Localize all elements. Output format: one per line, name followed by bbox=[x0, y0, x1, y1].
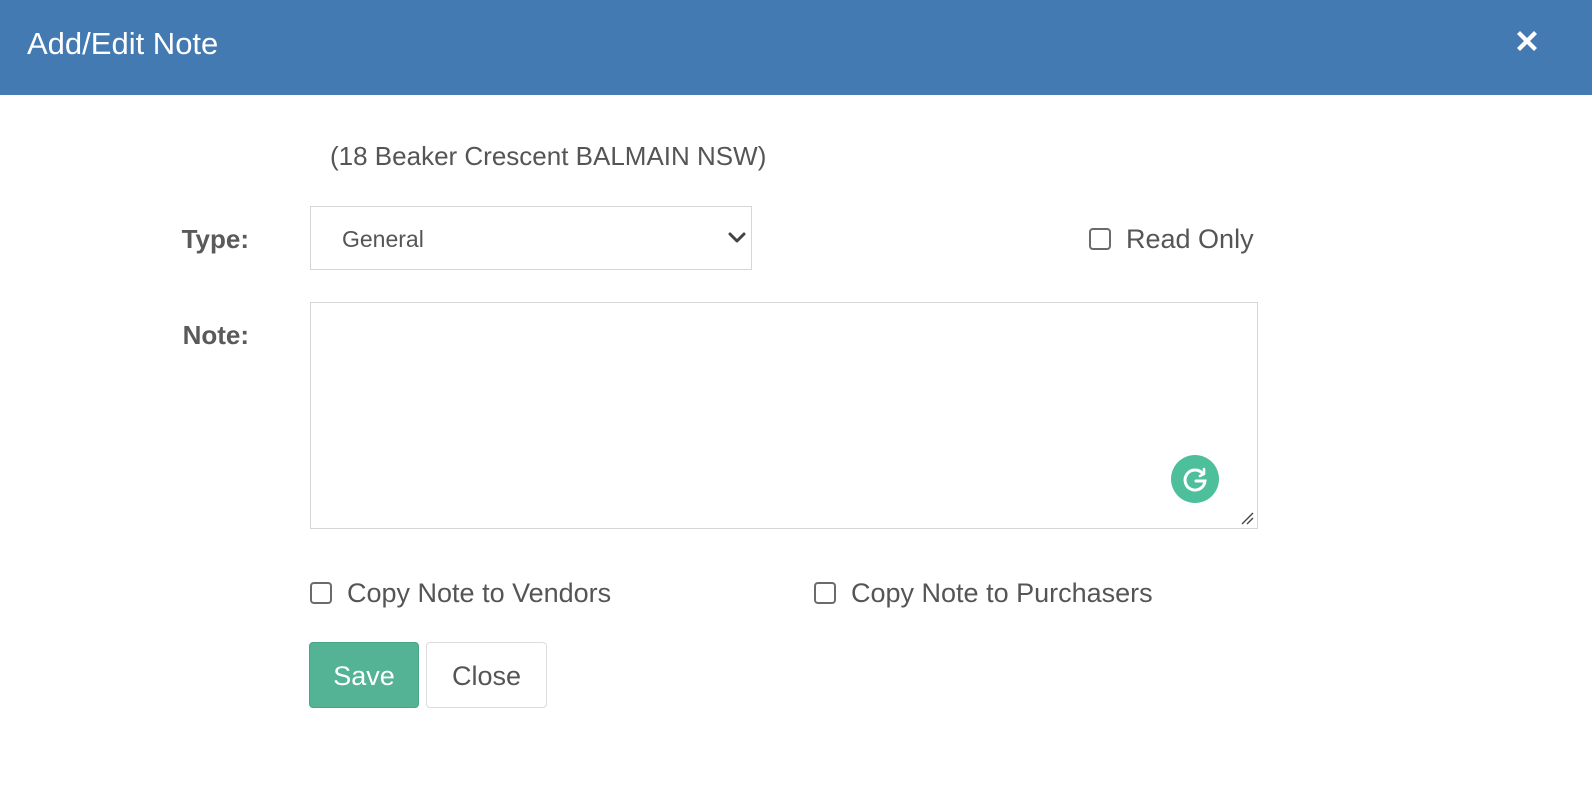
grammarly-icon[interactable] bbox=[1171, 455, 1219, 503]
type-label: Type: bbox=[181, 224, 249, 254]
read-only-option[interactable]: Read Only bbox=[1089, 221, 1254, 257]
property-address: (18 Beaker Crescent BALMAIN NSW) bbox=[330, 141, 767, 171]
save-button[interactable]: Save bbox=[309, 642, 419, 708]
copy-vendors-checkbox[interactable] bbox=[310, 582, 332, 604]
copy-purchasers-checkbox[interactable] bbox=[814, 582, 836, 604]
copy-vendors-option[interactable]: Copy Note to Vendors bbox=[310, 575, 611, 611]
close-icon[interactable] bbox=[1512, 26, 1542, 56]
chevron-down-icon bbox=[728, 231, 746, 245]
read-only-checkbox[interactable] bbox=[1089, 228, 1111, 250]
read-only-label: Read Only bbox=[1126, 224, 1254, 254]
copy-purchasers-option[interactable]: Copy Note to Purchasers bbox=[814, 575, 1153, 611]
resize-grip-icon[interactable] bbox=[1240, 511, 1254, 525]
type-select[interactable]: General bbox=[310, 206, 752, 270]
note-label: Note: bbox=[182, 320, 249, 350]
copy-purchasers-label: Copy Note to Purchasers bbox=[851, 578, 1153, 608]
note-textarea[interactable] bbox=[310, 302, 1258, 529]
dialog-title: Add/Edit Note bbox=[27, 26, 219, 61]
dialog-header: Add/Edit Note bbox=[0, 0, 1592, 95]
copy-vendors-label: Copy Note to Vendors bbox=[347, 578, 612, 608]
add-edit-note-dialog: Add/Edit Note (18 Beaker Crescent BALMAI… bbox=[0, 0, 1592, 804]
close-button[interactable]: Close bbox=[426, 642, 547, 708]
type-select-value: General bbox=[342, 226, 424, 252]
